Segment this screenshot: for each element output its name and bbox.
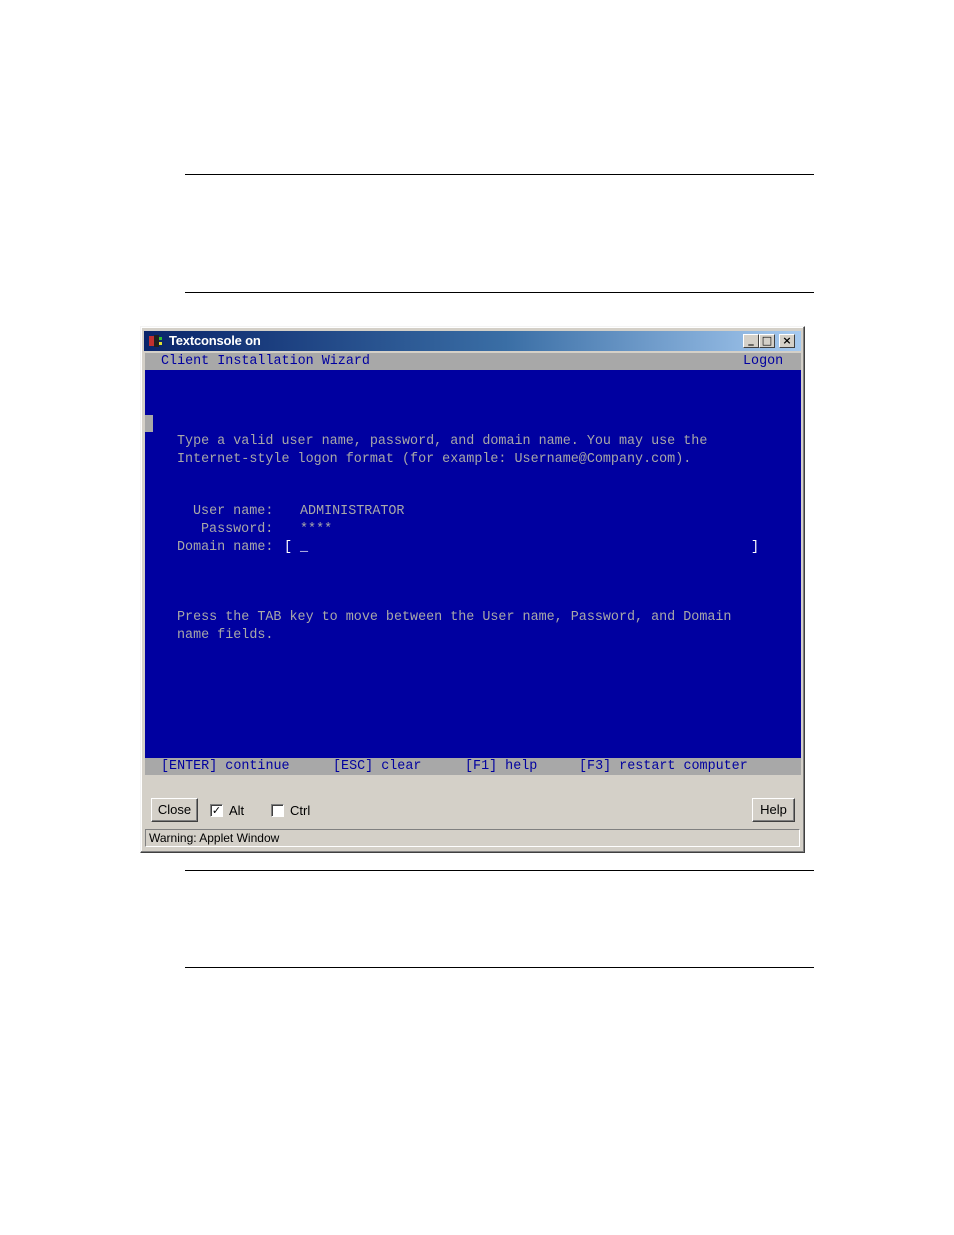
console-cursor-block <box>145 415 153 432</box>
textconsole-window: Textconsole on _ □ × Client Installation… <box>140 326 805 853</box>
console-header-bar: Client Installation Wizard Logon <box>145 353 801 370</box>
footer-key-esc: [ESC] clear <box>333 759 422 774</box>
user-name-field[interactable]: ADMINISTRATOR <box>300 503 404 520</box>
footer-key-enter: [ENTER] continue <box>161 759 290 774</box>
instruction-line-1: Type a valid user name, password, and do… <box>177 434 708 449</box>
tab-hint-line-2: name fields. <box>177 628 274 643</box>
window-title: Textconsole on <box>169 333 261 348</box>
bottom-rule-1 <box>185 870 814 871</box>
top-rule-1 <box>185 174 814 175</box>
close-button[interactable]: Close <box>151 798 198 822</box>
maximize-button[interactable]: □ <box>759 334 775 348</box>
domain-close-bracket: ] <box>751 540 760 555</box>
tab-hint-line-1: Press the TAB key to move between the Us… <box>177 610 732 625</box>
domain-open-bracket: [ <box>284 540 293 555</box>
text-console[interactable]: Client Installation Wizard Logon Type a … <box>145 353 801 775</box>
java-console-icon <box>148 334 166 348</box>
user-name-label: User name: <box>193 504 274 519</box>
ctrl-checkbox[interactable] <box>271 804 284 817</box>
alt-checkbox[interactable]: ✓ <box>210 804 223 817</box>
domain-name-field[interactable]: _ <box>300 539 308 556</box>
bottom-rule-2 <box>185 967 814 968</box>
top-rule-2 <box>185 292 814 293</box>
minimize-button[interactable]: _ <box>743 334 759 348</box>
wizard-title: Client Installation Wizard <box>161 354 370 369</box>
title-bar[interactable]: Textconsole on _ □ × <box>144 331 801 351</box>
console-footer-bar: [ENTER] continue [ESC] clear [F1] help [… <box>145 758 801 775</box>
logon-label: Logon <box>743 354 784 369</box>
password-field[interactable]: **** <box>300 521 332 538</box>
instruction-line-2: Internet-style logon format (for example… <box>177 452 692 467</box>
close-window-button[interactable]: × <box>779 334 795 348</box>
ctrl-label: Ctrl <box>290 803 311 818</box>
footer-key-f1: [F1] help <box>465 759 538 774</box>
help-button[interactable]: Help <box>752 798 795 822</box>
domain-name-label: Domain name: <box>177 540 274 555</box>
alt-label: Alt <box>229 803 245 818</box>
status-bar: Warning: Applet Window <box>145 829 800 847</box>
password-label: Password: <box>201 522 274 537</box>
footer-key-f3: [F3] restart computer <box>579 759 748 774</box>
